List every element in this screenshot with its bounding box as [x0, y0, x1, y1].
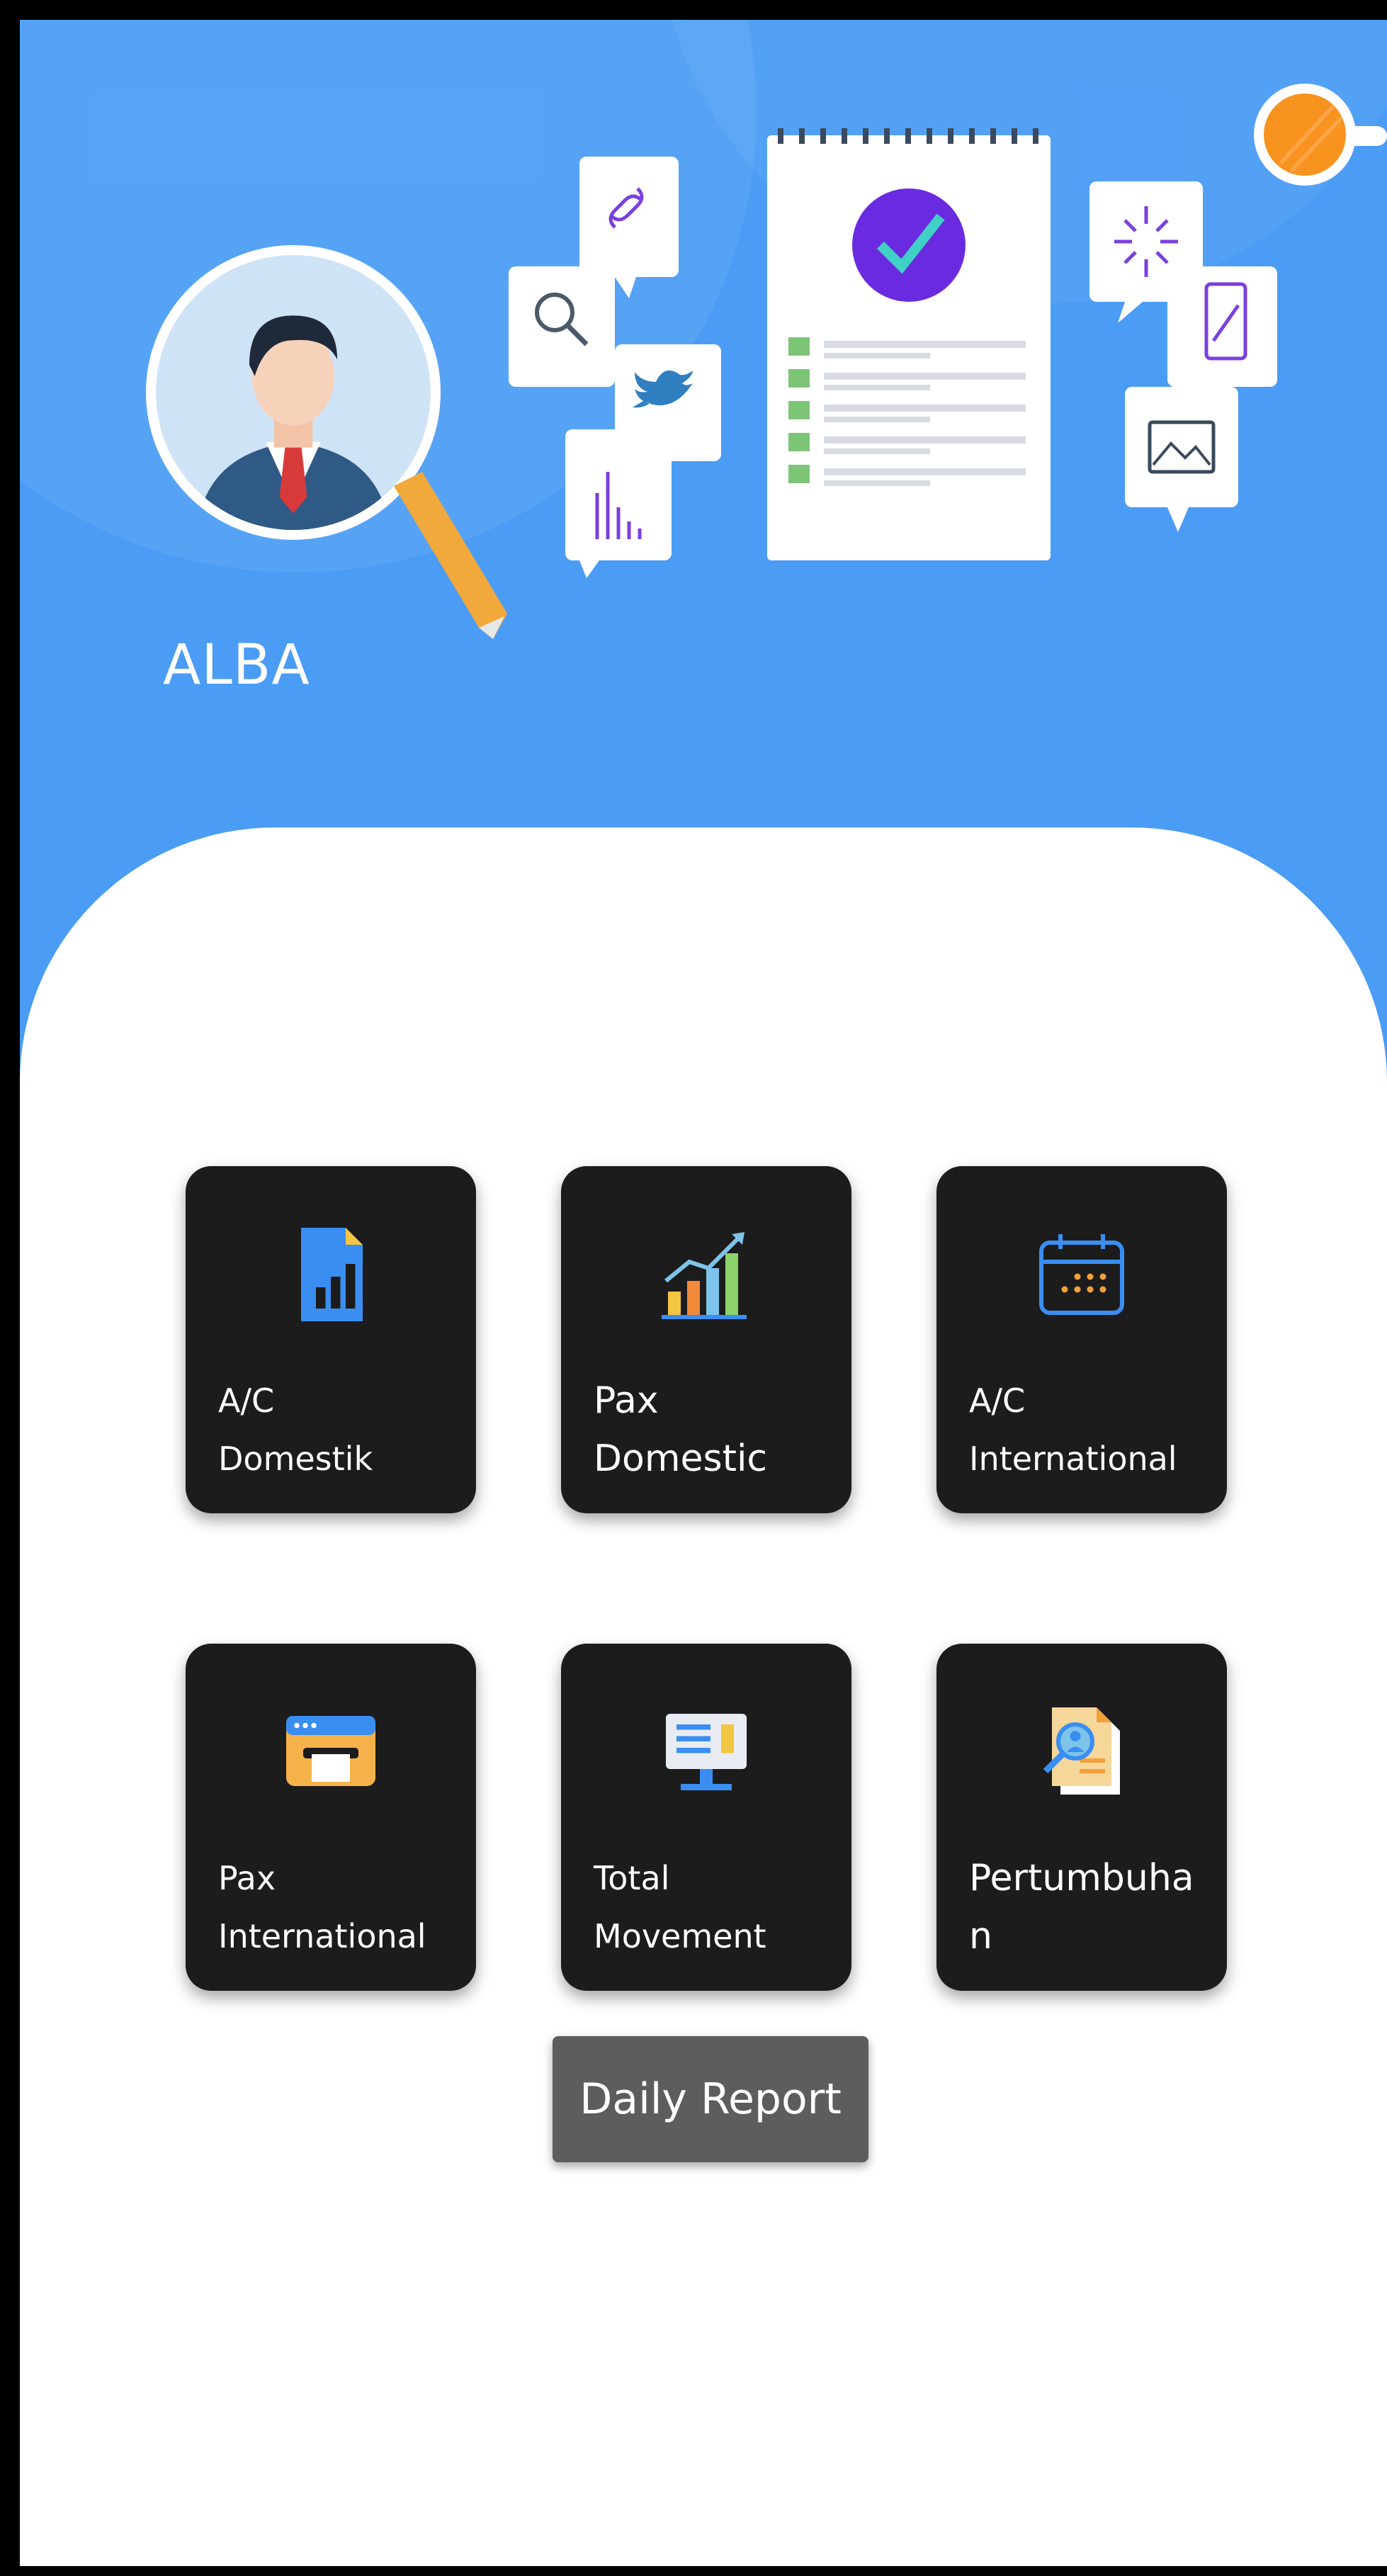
mobile-bubble-icon [1167, 266, 1277, 387]
user-name: ALBA [163, 633, 310, 697]
bar-chart-bubble-icon [565, 429, 672, 578]
menu-pertumbuhan[interactable]: Pertumbuhan [936, 1644, 1227, 1991]
menu-label: Pax International [218, 1859, 426, 1955]
app-screen: ALBA A/C Domestik Pax Domestic A/C Inter… [20, 20, 1387, 2566]
device-frame: ALBA A/C Domestik Pax Domestic A/C Inter… [0, 0, 1387, 2576]
theme-toggle-icon[interactable] [1245, 64, 1387, 205]
menu-pax-domestic[interactable]: Pax Domestic [561, 1166, 851, 1513]
growth-chart-icon [662, 1232, 747, 1319]
menu-ac-domestik[interactable]: A/C Domestik [186, 1166, 476, 1513]
document-chart-icon [301, 1228, 363, 1321]
menu-label: Total Movement [594, 1859, 766, 1955]
checklist-document-icon [767, 128, 1051, 560]
menu-label: A/C International [969, 1382, 1177, 1478]
menu-label: Pax Domestic [594, 1379, 768, 1480]
menu-ac-international[interactable]: A/C International [936, 1166, 1227, 1513]
report-checklist-illustration [509, 128, 1277, 578]
printer-icon [286, 1716, 375, 1786]
search-bubble-icon [509, 266, 615, 387]
menu-label: Pertumbuhan [969, 1857, 1194, 1958]
monitor-icon [666, 1714, 747, 1790]
calendar-icon [1039, 1234, 1124, 1315]
menu-total-movement[interactable]: Total Movement [561, 1644, 851, 1991]
menu-label: A/C Domestik [218, 1382, 373, 1478]
avatar[interactable] [146, 245, 507, 639]
magnifier-handle-icon [394, 472, 507, 639]
daily-report-button[interactable]: Daily Report [553, 2036, 868, 2162]
menu-pax-international[interactable]: Pax International [186, 1644, 476, 1991]
search-report-icon [1043, 1707, 1120, 1795]
image-bubble-icon [1125, 387, 1238, 532]
